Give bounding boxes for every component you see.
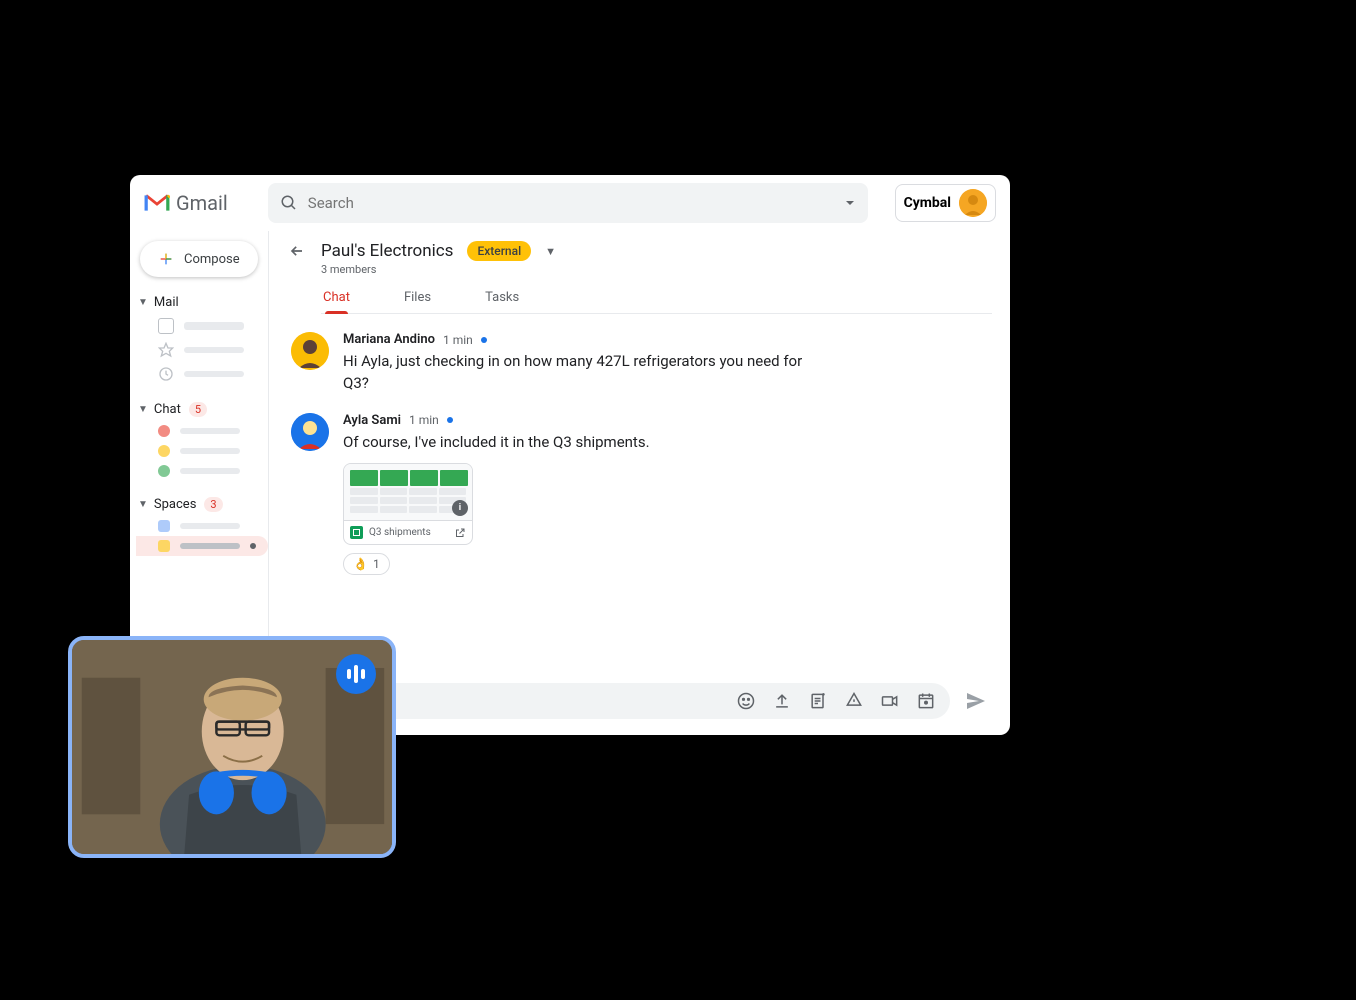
attachment-badge-icon: i bbox=[452, 500, 468, 516]
mail-section-header[interactable]: ▼ Mail bbox=[136, 291, 262, 314]
message-time: 1 min bbox=[409, 413, 439, 427]
presence-dot bbox=[158, 465, 170, 477]
star-icon bbox=[158, 342, 174, 358]
spaces-count-badge: 3 bbox=[204, 497, 222, 512]
gmail-logo-group[interactable]: Gmail bbox=[144, 191, 228, 215]
org-brand-chip[interactable]: Cymbal bbox=[895, 184, 996, 222]
emoji-icon[interactable] bbox=[736, 691, 756, 711]
message-time: 1 min bbox=[443, 333, 473, 347]
caret-down-icon: ▼ bbox=[138, 297, 148, 308]
placeholder-line bbox=[184, 322, 244, 330]
drive-icon[interactable] bbox=[844, 691, 864, 711]
placeholder-line bbox=[180, 448, 240, 454]
sidebar-section-chat: ▼ Chat 5 bbox=[136, 398, 262, 481]
sidebar-chat-item[interactable] bbox=[136, 441, 262, 461]
new-message-dot bbox=[447, 417, 453, 423]
new-message-dot bbox=[481, 337, 487, 343]
app-header: Gmail Cymbal bbox=[130, 175, 1010, 231]
sheets-attachment[interactable]: i Q3 shipments bbox=[343, 463, 473, 545]
author-avatar[interactable] bbox=[291, 413, 329, 451]
space-color-chip bbox=[158, 520, 170, 532]
presence-dot bbox=[158, 425, 170, 437]
speaking-indicator-icon bbox=[336, 654, 376, 694]
sidebar-item-starred[interactable] bbox=[136, 338, 262, 362]
clock-icon bbox=[158, 366, 174, 382]
presence-dot bbox=[158, 445, 170, 457]
space-header: Paul's Electronics External ▼ 3 members … bbox=[269, 231, 1010, 314]
inbox-icon bbox=[158, 318, 174, 334]
back-arrow-icon[interactable] bbox=[287, 241, 307, 261]
attachment-name: Q3 shipments bbox=[369, 527, 448, 538]
author-avatar[interactable] bbox=[291, 332, 329, 370]
gmail-wordmark: Gmail bbox=[176, 191, 228, 215]
chat-count-badge: 5 bbox=[189, 402, 207, 417]
search-options-icon[interactable] bbox=[844, 197, 856, 209]
video-call-tile[interactable] bbox=[68, 636, 396, 858]
placeholder-line bbox=[184, 347, 244, 353]
section-label: Chat bbox=[154, 402, 181, 417]
section-label: Spaces bbox=[154, 497, 197, 512]
external-badge: External bbox=[467, 241, 531, 261]
space-tabs: Chat Files Tasks bbox=[321, 284, 992, 314]
sidebar-chat-item[interactable] bbox=[136, 461, 262, 481]
sidebar-item-inbox[interactable] bbox=[136, 314, 262, 338]
sidebar-space-item-active[interactable] bbox=[136, 536, 268, 556]
message-text: Of course, I've included it in the Q3 sh… bbox=[343, 432, 803, 454]
reaction-count: 1 bbox=[373, 557, 380, 571]
search-bar[interactable] bbox=[268, 183, 868, 223]
message-author: Mariana Andino bbox=[343, 332, 435, 347]
tab-chat[interactable]: Chat bbox=[321, 284, 352, 313]
compose-label: Compose bbox=[184, 252, 240, 267]
placeholder-line bbox=[180, 428, 240, 434]
sidebar-space-item[interactable] bbox=[136, 516, 262, 536]
space-color-chip bbox=[158, 540, 170, 552]
sidebar-chat-item[interactable] bbox=[136, 421, 262, 441]
video-icon[interactable] bbox=[880, 691, 900, 711]
search-icon bbox=[280, 194, 298, 212]
reaction-emoji: 👌 bbox=[353, 557, 368, 571]
attachment-preview: i bbox=[344, 464, 472, 520]
placeholder-line bbox=[180, 468, 240, 474]
docs-icon[interactable] bbox=[808, 691, 828, 711]
members-count[interactable]: 3 members bbox=[321, 263, 992, 276]
caret-down-icon: ▼ bbox=[138, 499, 148, 510]
space-title: Paul's Electronics bbox=[321, 241, 453, 261]
sheets-icon bbox=[350, 526, 363, 539]
compose-button[interactable]: Compose bbox=[140, 241, 258, 277]
tab-tasks[interactable]: Tasks bbox=[483, 284, 521, 313]
tab-files[interactable]: Files bbox=[402, 284, 433, 313]
user-avatar[interactable] bbox=[959, 189, 987, 217]
chat-message: Ayla Sami 1 min Of course, I've included… bbox=[291, 413, 988, 576]
section-label: Mail bbox=[154, 295, 179, 310]
message-author: Ayla Sami bbox=[343, 413, 401, 428]
sidebar-item-snoozed[interactable] bbox=[136, 362, 262, 386]
chat-section-header[interactable]: ▼ Chat 5 bbox=[136, 398, 262, 421]
chat-message: Mariana Andino 1 min Hi Ayla, just check… bbox=[291, 332, 988, 395]
open-external-icon[interactable] bbox=[454, 527, 466, 539]
placeholder-line bbox=[180, 543, 240, 549]
placeholder-line bbox=[184, 371, 244, 377]
gmail-logo-icon bbox=[144, 193, 170, 213]
send-icon[interactable] bbox=[964, 689, 988, 713]
plus-icon bbox=[158, 251, 174, 267]
reaction-chip[interactable]: 👌 1 bbox=[343, 553, 390, 575]
caret-down-icon: ▼ bbox=[138, 404, 148, 415]
chat-thread: Mariana Andino 1 min Hi Ayla, just check… bbox=[269, 314, 1010, 683]
upload-icon[interactable] bbox=[772, 691, 792, 711]
search-input[interactable] bbox=[308, 194, 844, 212]
sidebar-section-mail: ▼ Mail bbox=[136, 291, 262, 386]
unread-dot bbox=[250, 543, 256, 549]
placeholder-line bbox=[180, 523, 240, 529]
message-text: Hi Ayla, just checking in on how many 42… bbox=[343, 351, 803, 395]
spaces-section-header[interactable]: ▼ Spaces 3 bbox=[136, 493, 262, 516]
brand-name: Cymbal bbox=[904, 195, 951, 211]
space-menu-caret-icon[interactable]: ▼ bbox=[545, 245, 556, 258]
sidebar-section-spaces: ▼ Spaces 3 bbox=[136, 493, 262, 556]
calendar-icon[interactable] bbox=[916, 691, 936, 711]
